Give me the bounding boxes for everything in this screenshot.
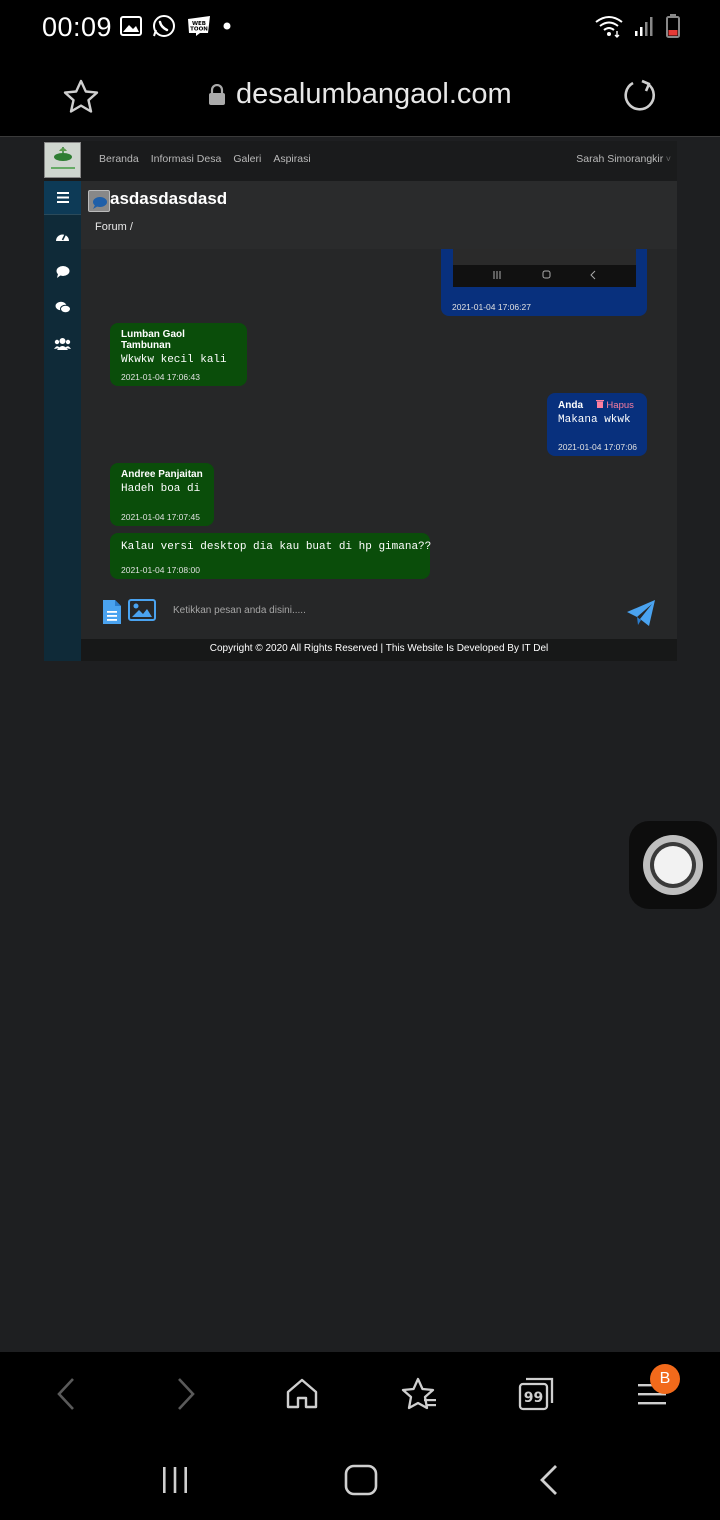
- message-input[interactable]: [173, 605, 593, 616]
- trash-icon: [595, 400, 604, 408]
- comments-icon: [55, 301, 71, 313]
- home-button[interactable]: [280, 1372, 324, 1416]
- nav-link-informasi-desa[interactable]: Informasi Desa: [151, 153, 222, 165]
- gallery-icon: [120, 16, 142, 36]
- message-image[interactable]: [453, 249, 636, 287]
- phone-navbar-icons: [493, 270, 596, 280]
- message-time: 2021-01-04 17:08:00: [121, 565, 200, 575]
- forum-content: asdasdasdasd Forum / 2021-01-04 17:06:27…: [81, 181, 677, 661]
- nav-link-aspirasi[interactable]: Aspirasi: [273, 153, 310, 165]
- message-time: 2021-01-04 17:06:43: [121, 372, 200, 382]
- message-text: Kalau versi desktop dia kau buat di hp g…: [121, 541, 432, 553]
- comment-icon: [56, 265, 69, 278]
- site-logo[interactable]: [44, 142, 81, 178]
- svg-text:TOON: TOON: [190, 27, 208, 33]
- message-time: 2021-01-04 17:07:06: [558, 442, 637, 452]
- recent-apps-icon: [163, 1467, 187, 1493]
- bookmark-list-icon: [401, 1377, 436, 1410]
- web-page: Beranda Informasi Desa Galeri Aspirasi S…: [44, 141, 677, 661]
- screen: 00:09 WEB TOON desalumbangaol.com Berand…: [0, 0, 720, 1520]
- message-text: Hadeh boa di: [121, 483, 201, 495]
- message-sender: Andree Panjaitan: [121, 469, 203, 480]
- message-time: 2021-01-04 17:06:27: [452, 302, 531, 312]
- forum-avatar: [88, 190, 110, 212]
- attach-file-icon[interactable]: [102, 599, 122, 625]
- message-text: Wkwkw kecil kali: [121, 354, 227, 366]
- message-sender: Lumban Gaol Tambunan: [121, 329, 185, 351]
- bookmarks-button[interactable]: [397, 1372, 441, 1416]
- sidebar: [44, 181, 81, 661]
- message-incoming: Kalau versi desktop dia kau buat di hp g…: [110, 533, 432, 579]
- url-text: desalumbangaol.com: [236, 78, 512, 110]
- site-footer: Copyright © 2020 All Rights Reserved | T…: [81, 639, 677, 661]
- whatsapp-icon: [153, 15, 175, 37]
- status-bar: 00:09 WEB TOON: [0, 0, 720, 56]
- sidebar-item-forum[interactable]: [44, 290, 81, 324]
- notification-icons: WEB TOON: [120, 14, 232, 38]
- forward-arrow-icon: [178, 1378, 195, 1410]
- address-bar[interactable]: desalumbangaol.com: [208, 78, 512, 111]
- browser-bottom-bar: 99: [0, 1352, 720, 1436]
- attach-image-icon[interactable]: [128, 599, 156, 621]
- status-time: 00:09: [42, 12, 113, 42]
- message-time: 2021-01-04 17:07:45: [121, 512, 200, 522]
- back-arrow-icon: [57, 1378, 74, 1410]
- tab-count: 99: [524, 1390, 543, 1406]
- site-navbar: Beranda Informasi Desa Galeri Aspirasi S…: [44, 141, 677, 181]
- message-outgoing: Anda Hapus Makana wkwk 2021-01-04 17:07:…: [547, 393, 647, 456]
- tabs-icon: 99: [518, 1377, 554, 1411]
- user-menu[interactable]: Sarah Simorangkir: [576, 153, 671, 165]
- forum-title: asdasdasdasd: [110, 189, 228, 208]
- battery-icon: [666, 14, 680, 38]
- webtoon-icon: WEBTOON: [188, 16, 210, 36]
- delete-message-button[interactable]: Hapus: [595, 400, 634, 411]
- message-sender-row: Anda Hapus: [558, 399, 636, 411]
- message-incoming: Lumban Gaol Tambunan Wkwkw kecil kali 20…: [110, 323, 247, 386]
- system-icons: [594, 14, 680, 38]
- back-button[interactable]: [44, 1372, 88, 1416]
- message-sender: Anda: [558, 400, 583, 411]
- wifi-icon: [595, 16, 623, 38]
- nav-links: Beranda Informasi Desa Galeri Aspirasi: [99, 153, 311, 165]
- send-icon[interactable]: [626, 599, 656, 627]
- hamburger-icon: [56, 192, 69, 203]
- system-home-icon: [344, 1464, 378, 1496]
- system-back-button[interactable]: [527, 1458, 571, 1502]
- more-notifications-icon: [223, 22, 231, 30]
- lock-icon: [209, 83, 225, 105]
- dashboard-icon: [56, 233, 69, 241]
- forum-header: asdasdasdasd Forum /: [81, 181, 677, 249]
- bookmark-star-icon[interactable]: [62, 78, 100, 114]
- nav-link-beranda[interactable]: Beranda: [99, 153, 139, 165]
- menu-badge: B: [650, 1364, 680, 1394]
- message-outgoing: 2021-01-04 17:06:27: [441, 249, 647, 316]
- nav-link-galeri[interactable]: Galeri: [233, 153, 261, 165]
- recent-apps-button[interactable]: [153, 1458, 197, 1502]
- signal-icon: [635, 17, 653, 36]
- assistive-touch-button[interactable]: [629, 821, 717, 909]
- browser-toolbar: desalumbangaol.com: [0, 56, 720, 137]
- sidebar-item-users[interactable]: [44, 326, 81, 360]
- system-navigation-bar: [0, 1436, 720, 1520]
- system-back-icon: [540, 1465, 557, 1495]
- message-incoming: Andree Panjaitan Hadeh boa di 2021-01-04…: [110, 463, 214, 526]
- chat-messages: 2021-01-04 17:06:27 Lumban Gaol Tambunan…: [81, 249, 677, 589]
- tabs-button[interactable]: 99: [514, 1372, 558, 1416]
- delete-label: Hapus: [606, 400, 634, 411]
- forward-button[interactable]: [164, 1372, 208, 1416]
- message-composer: [81, 589, 677, 639]
- system-home-button[interactable]: [339, 1458, 383, 1502]
- breadcrumb[interactable]: Forum /: [95, 221, 133, 233]
- sidebar-item-dashboard[interactable]: [44, 218, 81, 252]
- sidebar-toggle[interactable]: [44, 181, 81, 215]
- sidebar-item-chat[interactable]: [44, 254, 81, 288]
- reload-icon[interactable]: [622, 78, 658, 114]
- message-text: Makana wkwk: [558, 414, 631, 426]
- users-icon: [54, 337, 71, 350]
- home-icon: [286, 1378, 318, 1409]
